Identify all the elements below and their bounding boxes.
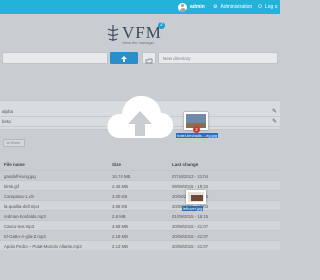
- dragged-file-label: leftover.jpg: [182, 206, 204, 211]
- dragged-file-label: hotel-birchalls....eg.jpg: [176, 133, 219, 138]
- logout-icon: ⏻: [258, 4, 262, 10]
- table-row[interactable]: la-qualita-dell.mp4 3.96 KB 20/08/2015 -…: [0, 200, 280, 210]
- file-name[interactable]: Campania-1.xls: [4, 194, 34, 199]
- gear-icon: ⚙: [213, 4, 218, 10]
- file-name[interactable]: redman-bonfalds.mp3: [4, 214, 46, 219]
- file-size: 2.8 MB: [112, 213, 126, 219]
- logo-title: VFM: [122, 23, 162, 42]
- logout-link[interactable]: ⏻ Log o: [258, 2, 277, 12]
- file-size: 2.13 MB: [112, 243, 129, 249]
- top-navbar: admin ⚙ Administration ⏻ Log o: [0, 0, 280, 14]
- upload-button[interactable]: [110, 52, 138, 64]
- table-row[interactable]: gandalf-kung.jpg 16.74 MB 07/16/2013 - 2…: [0, 170, 280, 180]
- edit-icon[interactable]: ✎: [272, 107, 277, 117]
- new-folder-button[interactable]: [142, 52, 156, 64]
- logout-label: Log o: [264, 4, 278, 10]
- user-menu[interactable]: admin: [178, 2, 205, 12]
- dragged-file-thumbnail: [186, 190, 206, 204]
- app-logo: VFM Veno file manager 2: [106, 22, 176, 46]
- table-row[interactable]: Apolo Pedro – Putat-Monolo Allante.mp3 2…: [0, 240, 280, 250]
- username-label: admin: [190, 4, 205, 10]
- administration-link[interactable]: ⚙ Administration: [213, 2, 252, 12]
- file-name[interactable]: El-Gatto-A-gila-Z.mp3: [4, 234, 46, 239]
- edit-icon[interactable]: ✎: [272, 117, 277, 127]
- file-date: 09/08/2015 - 19:34: [172, 183, 209, 189]
- logo-emblem-icon: [107, 25, 119, 41]
- file-date: 20/08/2015 - 21:07: [172, 223, 209, 229]
- file-size: 3.96 KB: [112, 203, 128, 209]
- logo-badge: 2: [158, 22, 165, 29]
- folder-icon: [145, 58, 153, 64]
- avatar: [178, 2, 187, 12]
- column-header-changed[interactable]: Last change: [172, 162, 198, 167]
- file-date: 01/09/2015 - 16:15: [172, 213, 209, 219]
- table-row[interactable]: Campania-1.xls 3.00 KB 20/08/2015 - 12:0…: [0, 190, 280, 200]
- file-name[interactable]: la-qualita-dell.mp4: [4, 204, 39, 209]
- administration-label: Administration: [220, 4, 253, 10]
- table-row[interactable]: redman-bonfalds.mp3 2.8 MB 01/09/2015 - …: [0, 210, 280, 220]
- file-size: 3.00 KB: [112, 193, 128, 199]
- upload-file-field[interactable]: [2, 52, 108, 64]
- file-date: 20/08/2015 - 21:07: [172, 243, 209, 249]
- move-button[interactable]: ⇲ Move: [3, 139, 25, 147]
- move-icon: ⇲: [6, 140, 10, 145]
- drag-count-badge: 2: [193, 126, 200, 133]
- file-date: 20/08/2015 - 21:07: [172, 233, 209, 239]
- cloud-upload-icon: [107, 95, 174, 138]
- file-size: 2.45 MB: [112, 183, 129, 189]
- table-row[interactable]: Casco-test.mp3 3.68 MB 20/08/2015 - 21:0…: [0, 220, 280, 230]
- new-directory-input[interactable]: New directory: [158, 52, 278, 64]
- logo-subtitle: Veno file manager: [122, 40, 155, 45]
- folder-name: alpha: [2, 109, 14, 114]
- column-header-size[interactable]: Size: [112, 162, 121, 167]
- file-size: 2.19 MB: [112, 233, 129, 239]
- file-date: 07/16/2013 - 21:04: [172, 173, 209, 179]
- table-row[interactable]: El-Gatto-A-gila-Z.mp3 2.19 MB 20/08/2015…: [0, 230, 280, 240]
- column-header-name[interactable]: File name: [4, 162, 25, 167]
- file-name[interactable]: Apolo Pedro – Putat-Monolo Allante.mp3: [4, 244, 82, 249]
- folder-name: beta: [2, 119, 11, 124]
- file-name[interactable]: bimk.gif: [4, 184, 19, 189]
- upload-toolbar: New directory: [0, 52, 280, 64]
- move-label: Move: [10, 140, 21, 145]
- file-name[interactable]: Casco-test.mp3: [4, 224, 34, 229]
- file-size: 3.68 MB: [112, 223, 129, 229]
- table-header: File name Size Last change: [0, 158, 280, 170]
- table-row[interactable]: bimk.gif 2.45 MB 09/08/2015 - 19:34: [0, 180, 280, 190]
- file-size: 16.74 MB: [112, 173, 131, 179]
- file-name[interactable]: gandalf-kung.jpg: [4, 174, 36, 179]
- upload-icon: [121, 56, 127, 62]
